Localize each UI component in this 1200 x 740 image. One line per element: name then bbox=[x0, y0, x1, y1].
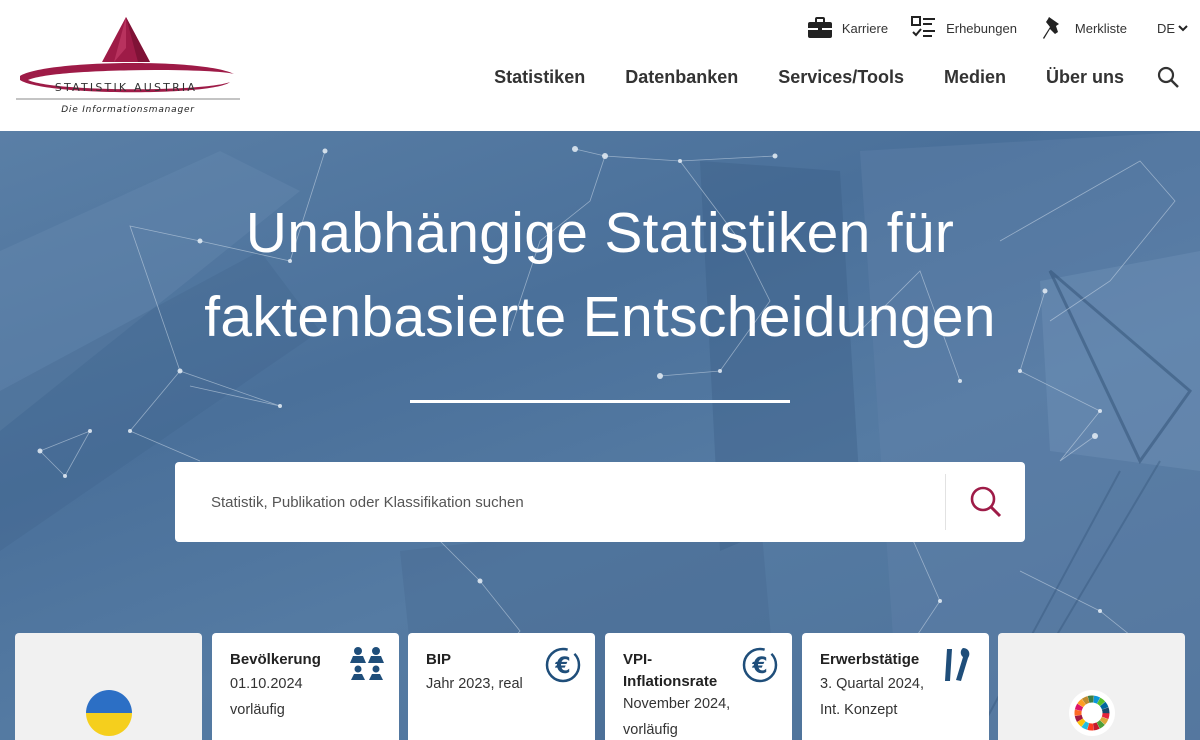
utility-karriere[interactable]: Karriere bbox=[806, 14, 888, 42]
logo-tagline: Die Informationsmanager bbox=[61, 105, 195, 115]
tools-icon bbox=[945, 648, 970, 681]
people-icon bbox=[350, 647, 384, 680]
hero-title-line-2: faktenbasierte Entscheidungen bbox=[204, 285, 996, 349]
utility-label: Erhebungen bbox=[946, 20, 1017, 36]
search-icon bbox=[970, 486, 1001, 518]
card-line: 01.10.2024 bbox=[230, 676, 303, 692]
card-vpi[interactable]: VPI- Inflationsrate November 2024, vorlä… bbox=[605, 633, 792, 740]
pushpin-icon bbox=[1039, 14, 1067, 42]
hero-section: Unabhängige Statistiken für faktenbasier… bbox=[0, 131, 1200, 740]
card-title-line: VPI- bbox=[623, 651, 653, 668]
search-icon[interactable] bbox=[1156, 65, 1180, 89]
nav-medien[interactable]: Medien bbox=[944, 67, 1006, 88]
nav-services-tools[interactable]: Services/Tools bbox=[778, 67, 904, 88]
card-erwerbstaetige[interactable]: Erwerbstätige 3. Quartal 2024, Int. Konz… bbox=[802, 633, 989, 740]
checklist-icon bbox=[910, 14, 938, 42]
euro-icon: € bbox=[742, 647, 778, 683]
nav-ueber-uns[interactable]: Über uns bbox=[1046, 67, 1124, 88]
card-title-line: Inflationsrate bbox=[623, 673, 718, 690]
sdg-wheel-icon bbox=[1069, 690, 1115, 736]
utility-nav: Karriere Erhebungen Merkliste DE bbox=[784, 14, 1188, 42]
hero-search-box bbox=[175, 462, 1025, 542]
hero-title: Unabhängige Statistiken für faktenbasier… bbox=[0, 191, 1200, 359]
card-bevoelkerung[interactable]: Bevölkerung 01.10.2024 vorläufig bbox=[212, 633, 399, 740]
briefcase-icon bbox=[806, 14, 834, 42]
logo-wordmark: STATISTIK AUSTRIA bbox=[55, 81, 197, 94]
statistik-austria-logo[interactable]: STATISTIK AUSTRIA Die Informationsmanage… bbox=[14, 14, 244, 118]
site-header: STATISTIK AUSTRIA Die Informationsmanage… bbox=[0, 0, 1200, 131]
utility-label: Merkliste bbox=[1074, 20, 1127, 36]
hero-search-input[interactable] bbox=[175, 462, 945, 542]
card-sdg[interactable] bbox=[998, 633, 1185, 740]
nav-datenbanken[interactable]: Datenbanken bbox=[625, 67, 738, 88]
card-title: Erwerbstätige bbox=[820, 651, 920, 668]
ukraine-flag-icon bbox=[86, 690, 132, 736]
card-line: Int. Konzept bbox=[820, 702, 898, 718]
svg-text:€: € bbox=[554, 654, 570, 679]
euro-icon: € bbox=[545, 647, 581, 683]
card-line: vorläufig bbox=[623, 722, 678, 738]
card-title: Bevölkerung bbox=[230, 651, 321, 668]
card-title: VPI- Inflationsrate bbox=[623, 649, 717, 693]
card-bip[interactable]: BIP Jahr 2023, real € bbox=[408, 633, 595, 740]
hero-title-line-1: Unabhängige Statistiken für bbox=[245, 201, 955, 265]
utility-merkliste[interactable]: Merkliste bbox=[1039, 14, 1127, 42]
language-label: DE bbox=[1156, 20, 1175, 36]
card-title: BIP bbox=[426, 651, 452, 668]
card-ukraine[interactable] bbox=[15, 633, 202, 740]
utility-label: Karriere bbox=[841, 20, 889, 36]
hero-divider bbox=[410, 400, 790, 403]
svg-text:€: € bbox=[751, 654, 767, 679]
hero-search-button[interactable] bbox=[946, 462, 1025, 542]
card-line: 3. Quartal 2024, bbox=[820, 676, 924, 692]
nav-statistiken[interactable]: Statistiken bbox=[494, 67, 585, 88]
language-selector[interactable]: DE bbox=[1157, 21, 1188, 36]
main-nav: Statistiken Datenbanken Services/Tools M… bbox=[494, 62, 1180, 92]
utility-erhebungen[interactable]: Erhebungen bbox=[910, 14, 1017, 42]
card-line: vorläufig bbox=[230, 702, 285, 718]
card-line: Jahr 2023, real bbox=[426, 676, 523, 692]
chevron-down-icon bbox=[1178, 25, 1188, 32]
card-line: November 2024, bbox=[623, 696, 731, 712]
